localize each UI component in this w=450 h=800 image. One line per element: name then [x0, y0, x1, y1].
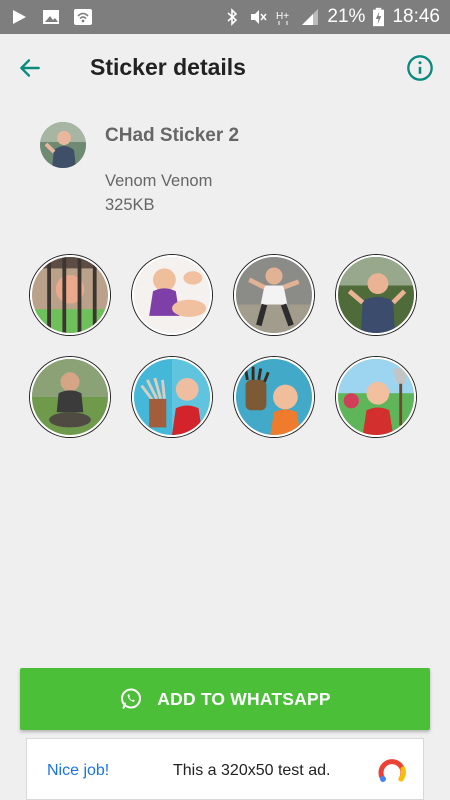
add-to-whatsapp-button[interactable]: ADD TO WHATSAPP: [20, 668, 430, 730]
ad-text: This a 320x50 test ad.: [173, 762, 331, 779]
toolbar: Sticker details: [0, 34, 450, 102]
info-button[interactable]: [404, 52, 436, 84]
ad-banner[interactable]: Nice job! This a 320x50 test ad.: [26, 738, 424, 800]
svg-text:H+: H+: [276, 11, 289, 22]
status-right-icons: H+ 21% 18:46: [223, 6, 440, 28]
pack-name: CHad Sticker 2: [105, 125, 240, 146]
wifi-icon: [74, 9, 92, 25]
clock: 18:46: [392, 6, 440, 27]
status-left-icons: [10, 8, 92, 26]
signal-h-plus-icon: H+: [276, 11, 290, 25]
signal-bars-icon: [302, 9, 319, 25]
pack-header: CHad Sticker 2 Venom Venom 325KB: [0, 110, 450, 220]
add-to-whatsapp-label: ADD TO WHATSAPP: [157, 688, 331, 709]
image-icon: [43, 10, 59, 24]
pack-tray-icon: [40, 122, 86, 168]
ad-cta-label[interactable]: Nice job!: [47, 762, 109, 780]
sticker-7[interactable]: [234, 357, 314, 437]
page-title: Sticker details: [90, 54, 246, 80]
mute-icon: [251, 10, 267, 24]
info-icon: [407, 55, 433, 81]
pack-size: 325KB: [105, 196, 155, 214]
sticker-5[interactable]: [30, 357, 110, 437]
sticker-3[interactable]: [234, 255, 314, 335]
sticker-2[interactable]: [132, 255, 212, 335]
google-ads-logo-icon: [378, 759, 406, 782]
back-button[interactable]: [14, 52, 46, 84]
pack-author: Venom Venom: [105, 172, 213, 190]
bluetooth-icon: [227, 8, 238, 26]
whatsapp-icon: [121, 688, 142, 709]
sticker-grid: [30, 255, 420, 437]
battery-charging-icon: [373, 7, 385, 27]
sticker-6[interactable]: [132, 357, 212, 437]
status-bar: H+ 21% 18:46: [0, 0, 450, 34]
sticker-4[interactable]: [336, 255, 416, 335]
sticker-8[interactable]: [336, 357, 416, 437]
play-icon: [13, 10, 26, 24]
sticker-1[interactable]: [30, 255, 110, 335]
arrow-left-icon: [20, 59, 40, 77]
battery-percent: 21%: [327, 6, 366, 27]
